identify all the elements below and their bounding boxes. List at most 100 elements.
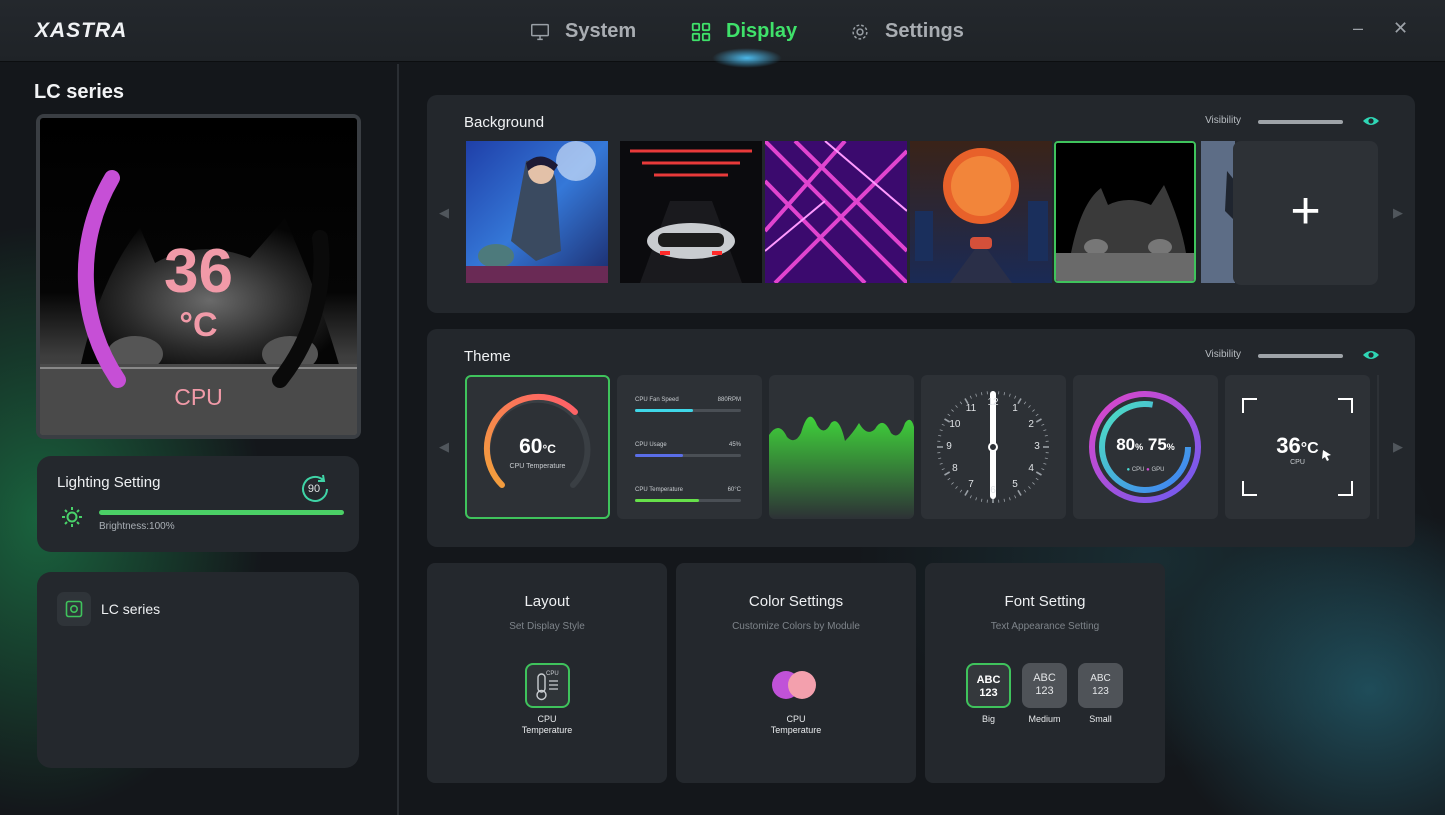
preview-screen: 36 °C CPU	[40, 118, 357, 435]
clock-tick	[1043, 429, 1047, 432]
gauge-value: 60	[519, 435, 543, 458]
clock-tick	[980, 498, 983, 502]
bar-fill	[635, 454, 683, 457]
close-button[interactable]: ✕	[1393, 18, 1408, 39]
bar-value: 60°C	[727, 487, 741, 493]
monitor-icon	[531, 23, 549, 40]
clock-tick	[1017, 489, 1022, 496]
prev-arrow-icon[interactable]: ◀	[439, 439, 449, 455]
clock-number: 2	[1028, 419, 1034, 430]
background-title: Background	[464, 114, 545, 131]
background-thumb-car[interactable]	[620, 141, 762, 283]
background-thumb-neon[interactable]	[765, 141, 907, 283]
gear-icon	[852, 23, 868, 40]
background-thumb-kitten[interactable]	[1054, 141, 1196, 283]
clock-tick	[975, 497, 978, 501]
eye-icon[interactable]	[1362, 115, 1380, 127]
bar-value: 45%	[728, 442, 741, 448]
tab-settings[interactable]: Settings	[849, 20, 964, 43]
theme-bars[interactable]: CPU Fan Speed 880RPM CPU Usage 45% CPU Tempe…	[617, 375, 762, 519]
background-visibility-slider[interactable]	[1258, 120, 1343, 124]
background-thumb-anime[interactable]	[466, 141, 608, 283]
gpu-ring-value: 75	[1147, 435, 1167, 454]
tab-display-label: Display	[726, 20, 798, 42]
clock-tick	[1003, 498, 1006, 502]
next-arrow-icon[interactable]: ▶	[1393, 205, 1403, 221]
next-arrow-icon[interactable]: ▶	[1393, 439, 1403, 455]
clock-tick	[959, 489, 963, 493]
theme-rings[interactable]: 80% 75% ● CPU ● GPU	[1073, 375, 1218, 519]
theme-visibility-label: Visibility	[1205, 349, 1241, 360]
color-settings-card[interactable]: Color Settings Customize Colors by Modul…	[676, 563, 916, 783]
font-medium-line1: ABC	[1033, 672, 1056, 684]
clock-tick	[1023, 489, 1027, 493]
theme-visibility-slider[interactable]	[1258, 354, 1343, 358]
theme-frame[interactable]: 36°C CPU	[1225, 375, 1370, 519]
background-thumb-partial[interactable]	[1201, 141, 1235, 283]
preview-label: CPU	[174, 384, 223, 410]
clock-tick	[975, 393, 978, 397]
gauge-unit: °C	[542, 442, 556, 456]
layout-subtitle: Set Display Style	[509, 621, 585, 632]
theme-gauge[interactable]: 60°C CPU Temperature	[465, 375, 610, 519]
preview-temperature: 36	[164, 237, 233, 306]
clock-number: 12	[987, 397, 999, 408]
layout-card[interactable]: Layout Set Display Style CPU CPU Tempera…	[427, 563, 667, 783]
clock-tick	[1023, 401, 1027, 405]
tab-display[interactable]: Display	[690, 20, 797, 43]
minimize-button[interactable]: –	[1353, 18, 1363, 39]
cpu-temperature-layout-option[interactable]: CPU	[525, 663, 570, 708]
font-setting-card[interactable]: Font Setting Text Appearance Setting ABC…	[925, 563, 1165, 783]
prev-arrow-icon[interactable]: ◀	[439, 205, 449, 221]
bar-row: CPU Fan Speed 880RPM	[635, 397, 741, 417]
gauge-label: CPU Temperature	[509, 463, 566, 470]
frame-label: CPU	[1290, 459, 1305, 466]
font-medium-button[interactable]: ABC 123	[1022, 663, 1067, 708]
background-thumb-city-moon[interactable]	[910, 141, 1052, 283]
device-item-label: LC series	[101, 601, 161, 617]
clock-tick	[947, 477, 951, 481]
theme-title: Theme	[464, 348, 511, 365]
clock-tick	[947, 413, 951, 417]
clock-number: 11	[965, 402, 977, 414]
clock-number: 6	[990, 485, 996, 496]
font-small-button[interactable]: ABC 123	[1078, 663, 1123, 708]
theme-thumb-partial	[1377, 375, 1379, 519]
clock-number: 4	[1028, 463, 1034, 474]
bar-row: CPU Temperature 60°C	[635, 487, 741, 507]
app-logo: XASTRA	[35, 19, 128, 42]
bar-fill	[635, 409, 693, 412]
clock-tick	[1043, 462, 1047, 465]
wave-graphic	[769, 416, 914, 519]
grid-icon	[691, 22, 711, 41]
eye-icon[interactable]	[1362, 349, 1380, 361]
device-list-card: LC series	[37, 572, 359, 768]
clock-tick	[941, 468, 945, 471]
rotate-value: 90	[307, 483, 321, 495]
clock-tick	[1028, 486, 1031, 489]
color-subtitle: Customize Colors by Module	[732, 621, 860, 632]
bar-label: CPU Temperature	[635, 487, 683, 493]
tab-system-label: System	[565, 20, 637, 42]
brightness-slider[interactable]	[99, 510, 344, 515]
brightness-label: Brightness:100%	[99, 521, 175, 532]
device-icon	[57, 592, 91, 626]
font-big-button[interactable]: ABC 123	[966, 663, 1011, 708]
add-background-button[interactable]: +	[1233, 141, 1378, 285]
tab-system[interactable]: System	[529, 20, 636, 43]
rotate-button[interactable]: 90	[298, 472, 332, 506]
clock-tick	[938, 457, 942, 460]
font-big-line2: 123	[979, 687, 998, 699]
font-small-label: Small	[1089, 714, 1112, 724]
background-panel: Background Visibility ◀ ▶ +	[427, 95, 1415, 313]
clock-tick	[1032, 409, 1035, 412]
device-title: LC series	[34, 81, 125, 103]
clock-tick	[955, 486, 958, 489]
device-item-lc-series[interactable]: LC series	[57, 592, 160, 626]
clock-tick	[938, 434, 942, 437]
theme-wave[interactable]	[769, 375, 914, 519]
clock-tick	[1003, 392, 1006, 396]
theme-clock[interactable]: 12 1 2 3 4 5 6 7 8 9 10 11	[921, 375, 1066, 519]
clock-tick	[1035, 477, 1039, 481]
color-swatch-icon[interactable]	[770, 669, 822, 701]
